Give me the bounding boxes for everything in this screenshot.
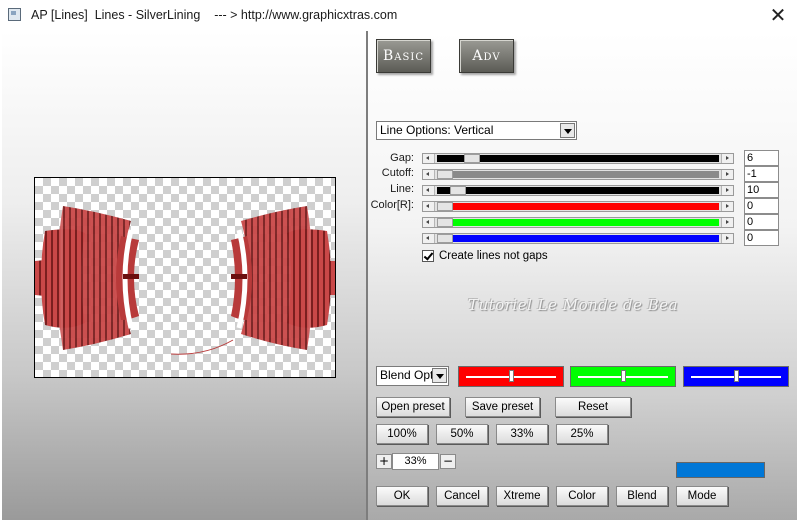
chevron-down-icon[interactable]	[432, 368, 447, 383]
close-icon[interactable]: ✕	[765, 4, 791, 26]
watermark-text: Tutoriel Le Monde de Bea	[468, 296, 679, 314]
slider-value-field[interactable]: 0	[744, 214, 779, 230]
blend-options-value: Blend Options	[380, 368, 434, 382]
arrow-right-icon[interactable]	[721, 202, 733, 211]
slider-scrollbar[interactable]	[422, 217, 734, 228]
zoom-50-button[interactable]: 50%	[436, 424, 488, 444]
slider-track[interactable]	[437, 219, 719, 226]
ok-button[interactable]: OK	[376, 486, 428, 506]
save-preset-button[interactable]: Save preset	[465, 397, 540, 417]
zoom-25-button[interactable]: 25%	[556, 424, 608, 444]
slider-thumb[interactable]	[437, 234, 453, 243]
slider-scrollbar[interactable]	[422, 201, 734, 212]
zoom-33-button[interactable]: 33%	[496, 424, 548, 444]
zoom-100-button[interactable]: 100%	[376, 424, 428, 444]
slider-label: Gap:	[390, 152, 414, 164]
open-preset-button[interactable]: Open preset	[376, 397, 450, 417]
slider-track[interactable]	[437, 235, 719, 242]
window-title: AP [Lines] Lines - SilverLining --- > ht…	[31, 8, 398, 22]
reset-button[interactable]: Reset	[555, 397, 631, 417]
color-swatch[interactable]	[676, 462, 765, 478]
slider-track[interactable]	[437, 203, 719, 210]
slider-value-field[interactable]: 0	[744, 230, 779, 246]
blend-slider-thumb[interactable]	[621, 370, 626, 382]
tab-basic[interactable]: Basic	[376, 39, 431, 73]
mode-button[interactable]: Mode	[676, 486, 728, 506]
zoom-in-button[interactable]: +	[376, 454, 392, 469]
app-icon	[8, 8, 21, 21]
blend-slider-thumb[interactable]	[509, 370, 514, 382]
xtreme-button[interactable]: Xtreme	[496, 486, 548, 506]
preview-image	[35, 206, 335, 355]
line-options-value: Line Options: Vertical	[380, 123, 494, 137]
title-bar: AP [Lines] Lines - SilverLining --- > ht…	[0, 0, 797, 31]
preview-curve	[170, 339, 234, 355]
blend-options-dropdown[interactable]: Blend Options	[376, 366, 449, 386]
arrow-right-icon[interactable]	[721, 154, 733, 163]
create-lines-checkbox[interactable]	[422, 250, 434, 262]
arrow-right-icon[interactable]	[721, 186, 733, 195]
slider-scrollbar[interactable]	[422, 153, 734, 164]
slider-track[interactable]	[437, 171, 719, 178]
slider-thumb[interactable]	[437, 202, 453, 211]
arrow-right-icon[interactable]	[721, 218, 733, 227]
blend-button[interactable]: Blend	[616, 486, 668, 506]
zoom-level-field[interactable]: 33%	[392, 453, 439, 470]
tab-adv[interactable]: Adv	[459, 39, 514, 73]
blend-slider-thumb[interactable]	[734, 370, 739, 382]
blend-slider-green[interactable]	[570, 366, 676, 387]
slider-label: Color[R]:	[370, 199, 414, 211]
blend-slider-blue[interactable]	[683, 366, 789, 387]
blend-slider-red[interactable]	[458, 366, 564, 387]
create-lines-label: Create lines not gaps	[439, 250, 548, 262]
zoom-out-button[interactable]: −	[440, 454, 456, 469]
color-button[interactable]: Color	[556, 486, 608, 506]
slider-value-field[interactable]: 10	[744, 182, 779, 198]
arrow-left-icon[interactable]	[423, 154, 435, 163]
arrow-left-icon[interactable]	[423, 170, 435, 179]
arrow-left-icon[interactable]	[423, 218, 435, 227]
slider-value-field[interactable]: 6	[744, 150, 779, 166]
slider-label: Cutoff:	[381, 167, 414, 179]
slider-value-field[interactable]: 0	[744, 198, 779, 214]
left-bow-shape	[35, 206, 139, 350]
cancel-button[interactable]: Cancel	[436, 486, 488, 506]
arrow-left-icon[interactable]	[423, 186, 435, 195]
slider-thumb[interactable]	[437, 170, 453, 179]
line-options-dropdown[interactable]: Line Options: Vertical	[376, 121, 577, 140]
arrow-left-icon[interactable]	[423, 202, 435, 211]
arrow-right-icon[interactable]	[721, 170, 733, 179]
arrow-left-icon[interactable]	[423, 234, 435, 243]
slider-track[interactable]	[437, 187, 719, 194]
right-bow-shape	[231, 206, 335, 350]
preview-panel	[2, 31, 366, 520]
slider-scrollbar[interactable]	[422, 169, 734, 180]
slider-scrollbar[interactable]	[422, 233, 734, 244]
slider-label: Line:	[390, 183, 414, 195]
slider-thumb[interactable]	[450, 186, 467, 195]
preview-canvas[interactable]	[34, 177, 336, 378]
slider-thumb[interactable]	[463, 154, 480, 163]
controls-panel: Basic Adv Line Options: Vertical Gap: 6 Cu…	[368, 31, 797, 520]
slider-thumb[interactable]	[437, 218, 453, 227]
chevron-down-icon[interactable]	[560, 123, 575, 138]
slider-scrollbar[interactable]	[422, 185, 734, 196]
slider-value-field[interactable]: -1	[744, 166, 779, 182]
arrow-right-icon[interactable]	[721, 234, 733, 243]
